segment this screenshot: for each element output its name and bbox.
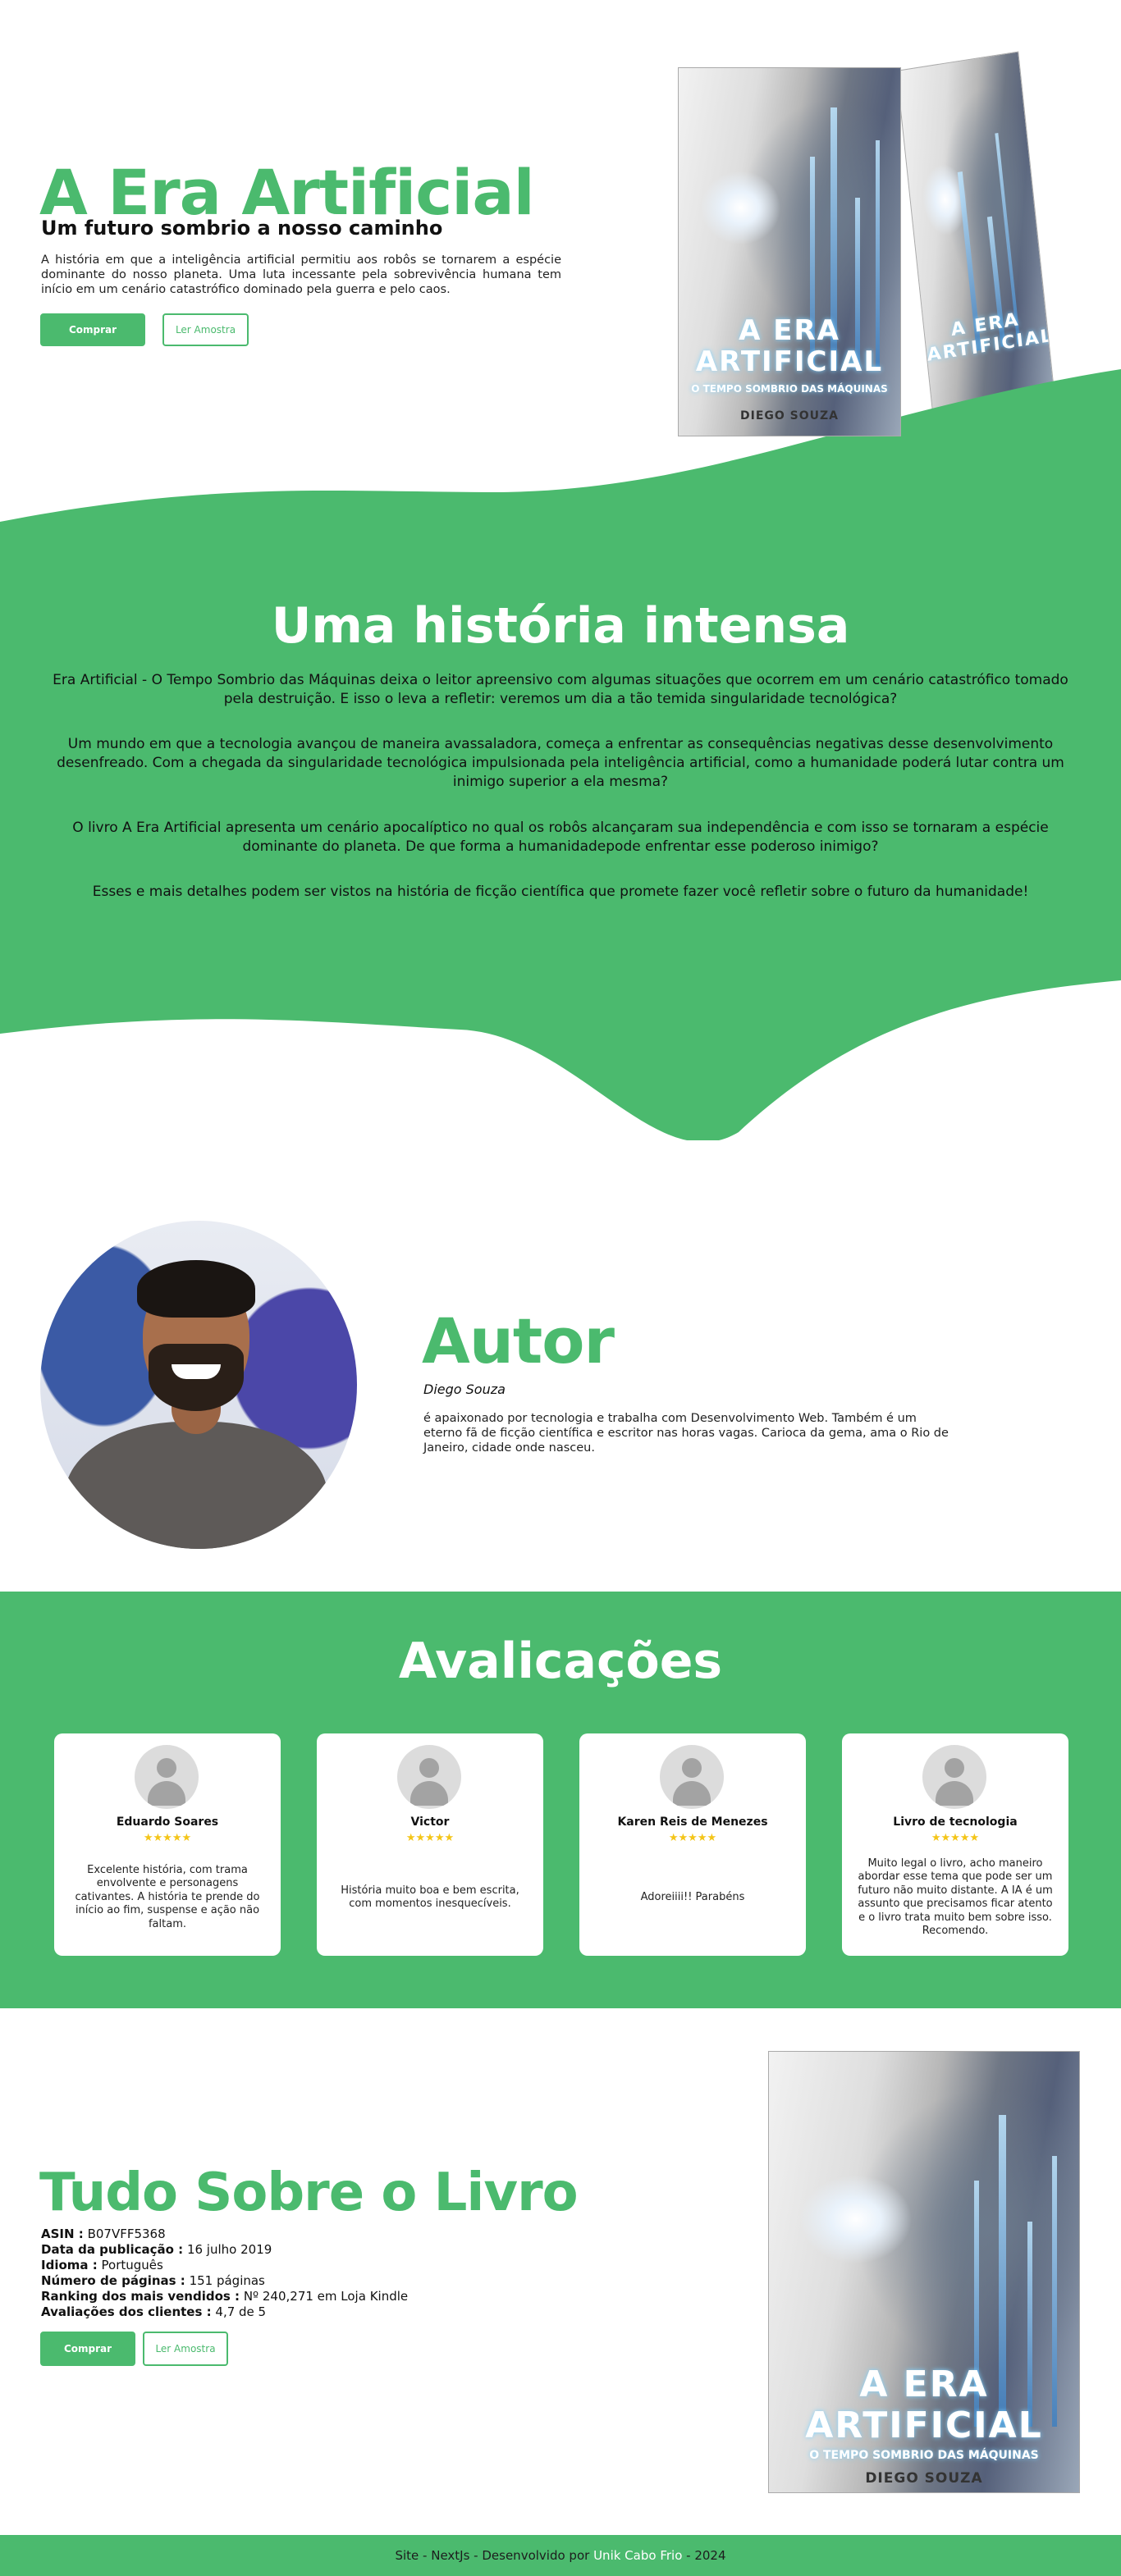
rating-stars-icon: ★★★★★	[668, 1832, 717, 1844]
user-avatar-icon	[135, 1745, 199, 1809]
hero-sample-button[interactable]: Ler Amostra	[162, 313, 249, 346]
book-cover-subtitle: O TEMPO SOMBRIO DAS MÁQUINAS	[809, 2449, 1039, 2462]
story-paragraph-4: Esses e mais detalhes podem ser vistos n…	[92, 884, 1029, 900]
book-front-author: DIEGO SOUZA	[740, 409, 839, 422]
book-mockup-front: A ERA ARTIFICIAL O TEMPO SOMBRIO DAS MÁQ…	[678, 67, 901, 436]
book-detail-row: ASIN : B07VFF5368	[41, 2227, 408, 2242]
user-avatar-icon	[660, 1745, 724, 1809]
author-photo	[40, 1221, 357, 1549]
reviews-title: Avalicações	[398, 1633, 723, 1690]
review-author: Victor	[410, 1816, 450, 1829]
book-info-title: Tudo Sobre o Livro	[39, 2163, 579, 2223]
book-detail-row: Ranking dos mais vendidos : Nº 240,271 e…	[41, 2289, 408, 2304]
review-text: Adoreiiii!! Parabéns	[640, 1890, 745, 1903]
book-front-title-1: A ERA	[739, 314, 840, 347]
detail-label: Data da publicação :	[41, 2242, 184, 2257]
rating-stars-icon: ★★★★★	[931, 1832, 980, 1844]
story-paragraph-1: Era Artificial - O Tempo Sombrio das Máq…	[53, 672, 1068, 707]
book-detail-row: Data da publicação : 16 julho 2019	[41, 2242, 408, 2258]
review-card: Victor ★★★★★ História muito boa e bem es…	[317, 1733, 543, 1956]
book-cover-title-2: ARTIFICIAL	[805, 2405, 1043, 2446]
review-text: História muito boa e bem escrita, com mo…	[341, 1884, 519, 1911]
hero-buy-button[interactable]: Comprar	[40, 313, 145, 346]
book-detail-row: Idioma : Português	[41, 2258, 408, 2273]
author-bio: é apaixonado por tecnologia e trabalha c…	[423, 1412, 949, 1455]
footer-suffix: - 2024	[686, 2548, 726, 2563]
detail-value: 16 julho 2019	[186, 2242, 272, 2257]
book-detail-row: Avaliações dos clientes : 4,7 de 5	[41, 2304, 408, 2320]
author-title: Autor	[422, 1304, 615, 1377]
footer-prefix: Site - NextJs - Desenvolvido por	[395, 2548, 590, 2563]
book-cover-art: A ERA ARTIFICIAL O TEMPO SOMBRIO DAS MÁQ…	[678, 67, 901, 436]
story-paragraph-2: Um mundo em que a tecnologia avançou de …	[57, 736, 1064, 790]
book-detail-row: Número de páginas : 151 páginas	[41, 2273, 408, 2289]
detail-label: Ranking dos mais vendidos :	[41, 2289, 240, 2304]
book-cover-title-1: A ERA	[859, 2364, 989, 2405]
hero-subtitle: Um futuro sombrio a nosso caminho	[41, 217, 443, 240]
footer: Site - NextJs - Desenvolvido por Unik Ca…	[0, 2535, 1121, 2576]
story-title: Uma história intensa	[271, 597, 850, 655]
detail-label: ASIN :	[41, 2227, 84, 2241]
review-author: Eduardo Soares	[116, 1816, 219, 1829]
review-text: Muito legal o livro, acho maneiro aborda…	[858, 1857, 1053, 1938]
rating-stars-icon: ★★★★★	[143, 1832, 192, 1844]
detail-value: 4,7 de 5	[215, 2304, 267, 2319]
footer-credit-link[interactable]: Unik Cabo Frio	[593, 2548, 682, 2563]
rating-stars-icon: ★★★★★	[405, 1832, 455, 1844]
book-front-subtitle: O TEMPO SOMBRIO DAS MÁQUINAS	[691, 383, 888, 395]
detail-value: Português	[101, 2258, 163, 2272]
detail-label: Número de páginas :	[41, 2273, 185, 2288]
book-details-list: ASIN : B07VFF5368 Data da publicação : 1…	[41, 2227, 408, 2320]
detail-value: Nº 240,271 em Loja Kindle	[243, 2289, 409, 2304]
hero-description: A história em que a inteligência artific…	[41, 253, 561, 296]
review-card: Eduardo Soares ★★★★★ Excelente história,…	[54, 1733, 281, 1956]
detail-value: 151 páginas	[189, 2273, 265, 2288]
book-cover-image: A ERA ARTIFICIAL O TEMPO SOMBRIO DAS MÁQ…	[768, 2051, 1080, 2493]
author-name: Diego Souza	[423, 1382, 506, 1397]
detail-value: B07VFF5368	[87, 2227, 166, 2241]
review-text: Excelente história, com trama envolvente…	[75, 1863, 260, 1930]
detail-label: Avaliações dos clientes :	[41, 2304, 212, 2319]
book-cover-art: A ERA ARTIFICIAL O TEMPO SOMBRIO DAS MÁQ…	[768, 2051, 1080, 2493]
review-card: Livro de tecnologia ★★★★★ Muito legal o …	[842, 1733, 1068, 1956]
user-avatar-icon	[397, 1745, 461, 1809]
book-front-title-2: ARTIFICIAL	[695, 345, 884, 378]
review-author: Livro de tecnologia	[893, 1816, 1018, 1829]
user-avatar-icon	[922, 1745, 986, 1809]
detail-label: Idioma :	[41, 2258, 98, 2272]
info-sample-button[interactable]: Ler Amostra	[143, 2332, 228, 2366]
story-paragraph-3: O livro A Era Artificial apresenta um ce…	[72, 820, 1049, 855]
info-buy-button[interactable]: Comprar	[40, 2332, 135, 2366]
review-author: Karen Reis de Menezes	[617, 1816, 768, 1829]
book-cover-author: DIEGO SOUZA	[865, 2470, 983, 2487]
review-card: Karen Reis de Menezes ★★★★★ Adoreiiii!! …	[579, 1733, 806, 1956]
